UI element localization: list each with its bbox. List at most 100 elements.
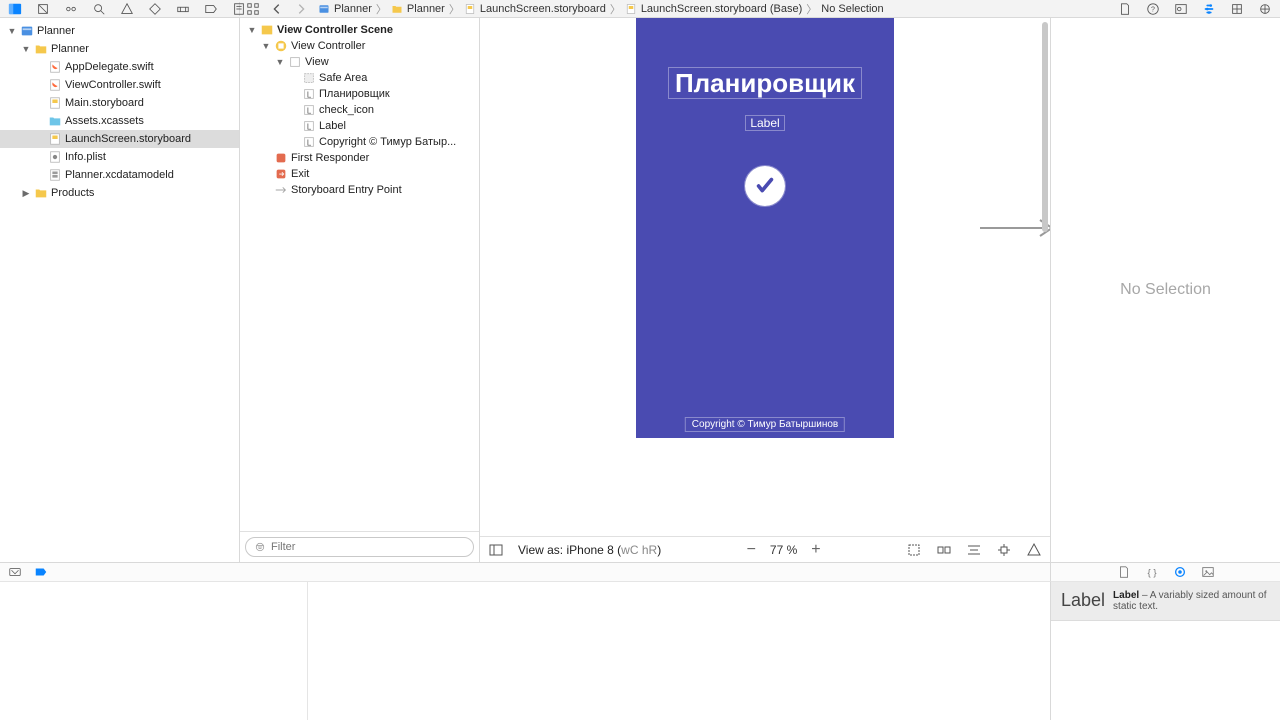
nav-forward-icon[interactable] — [294, 2, 308, 16]
inspector-panel: No Selection — [1050, 18, 1280, 562]
code-snippet-library-icon[interactable]: { } — [1145, 565, 1159, 579]
node-label: Label — [319, 120, 346, 132]
find-navigator-icon[interactable] — [92, 2, 106, 16]
project-node-assets-xcassets[interactable]: Assets.xcassets — [0, 112, 239, 130]
svg-text:L: L — [307, 91, 312, 100]
outline-node[interactable]: Lcheck_icon — [240, 102, 479, 118]
breadcrumb-segment[interactable]: LaunchScreen.storyboard — [480, 3, 606, 15]
test-navigator-icon[interactable] — [148, 2, 162, 16]
update-frames-icon[interactable] — [906, 542, 922, 558]
project-node-appdelegate-swift[interactable]: AppDelegate.swift — [0, 58, 239, 76]
nav-back-icon[interactable] — [270, 2, 284, 16]
size-inspector-icon[interactable] — [1230, 2, 1244, 16]
storyboard-icon — [48, 132, 62, 146]
project-node-launchscreen-storyboard[interactable]: LaunchScreen.storyboard — [0, 130, 239, 148]
project-node-main-storyboard[interactable]: Main.storyboard — [0, 94, 239, 112]
breadcrumb-segment[interactable]: LaunchScreen.storyboard (Base) — [641, 3, 802, 15]
outline-node[interactable]: Safe Area — [240, 70, 479, 86]
view-as-label[interactable]: View as: iPhone 8 (wC hR) — [518, 543, 661, 557]
svg-text:L: L — [307, 107, 312, 116]
breadcrumb-segment[interactable]: No Selection — [821, 3, 883, 15]
assets-icon — [48, 114, 62, 128]
zoom-out-button[interactable]: − — [747, 541, 756, 559]
symbol-navigator-icon[interactable] — [64, 2, 78, 16]
outline-node[interactable]: First Responder — [240, 150, 479, 166]
outline-filter-input[interactable] — [271, 541, 465, 553]
node-label: AppDelegate.swift — [65, 61, 154, 73]
identity-inspector-icon[interactable] — [1174, 2, 1188, 16]
folder-icon — [34, 186, 48, 200]
title-label[interactable]: Планировщик — [636, 68, 894, 99]
outline-node[interactable]: L Label — [240, 118, 479, 134]
debug-navigator-icon[interactable] — [176, 2, 190, 16]
project-node-planner[interactable]: ▼Planner — [0, 22, 239, 40]
outline-node[interactable]: ▼View Controller Scene — [240, 22, 479, 38]
node-label: View Controller Scene — [277, 24, 393, 36]
interface-builder-canvas: Планировщик Label Copyright © Тимур Баты… — [480, 18, 1050, 562]
editor-jump-bar: Planner〉Planner〉LaunchScreen.storyboard〉… — [240, 1, 1050, 17]
node-label: Storyboard Entry Point — [291, 184, 402, 196]
outline-node[interactable]: LПланировщик — [240, 86, 479, 102]
node-label: Exit — [291, 168, 309, 180]
project-node-products[interactable]: ▶Products — [0, 184, 239, 202]
project-node-planner[interactable]: ▼Planner — [0, 40, 239, 58]
outline-node[interactable]: ▼View Controller — [240, 38, 479, 54]
hide-outline-icon[interactable] — [488, 542, 504, 558]
connections-inspector-icon[interactable] — [1258, 2, 1272, 16]
subtitle-label[interactable]: Label — [636, 116, 894, 130]
issue-navigator-icon[interactable] — [120, 2, 134, 16]
svg-text:L: L — [307, 139, 312, 148]
breakpoint-navigator-icon[interactable] — [204, 2, 218, 16]
inspector-empty-state: No Selection — [1120, 18, 1211, 562]
filter-icon — [254, 541, 266, 553]
zoom-in-button[interactable]: + — [811, 541, 820, 559]
exit-icon — [274, 167, 288, 181]
folder-icon — [34, 42, 48, 56]
folder-icon — [391, 3, 403, 15]
copyright-label[interactable]: Copyright © Тимур Батыршинов — [685, 417, 845, 432]
object-library-icon[interactable] — [1173, 565, 1187, 579]
canvas-scroll-area[interactable]: Планировщик Label Copyright © Тимур Баты… — [480, 18, 1050, 536]
console-view[interactable] — [308, 582, 1050, 720]
resolve-issues-icon[interactable] — [1026, 542, 1042, 558]
library-item-label[interactable]: Label Label – A variably sized amount of… — [1051, 582, 1280, 621]
project-node-planner-xcdatamodeld[interactable]: Planner.xcdatamodeld — [0, 166, 239, 184]
file-inspector-icon[interactable] — [1118, 2, 1132, 16]
svg-text:{ }: { } — [1147, 568, 1157, 579]
auto-debug-icon[interactable] — [8, 565, 22, 579]
embed-in-icon[interactable] — [936, 542, 952, 558]
breakpoint-tab-icon[interactable] — [34, 565, 48, 579]
outline-node[interactable]: ▼View — [240, 54, 479, 70]
L-icon: L — [302, 135, 316, 149]
check-icon[interactable] — [745, 166, 785, 206]
media-library-icon[interactable] — [1201, 565, 1215, 579]
project-icon — [318, 3, 330, 15]
node-label: View Controller — [291, 40, 365, 52]
outline-node[interactable]: LCopyright © Тимур Батыр... — [240, 134, 479, 150]
attributes-inspector-icon[interactable] — [1202, 2, 1216, 16]
project-node-info-plist[interactable]: Info.plist — [0, 148, 239, 166]
project-node-viewcontroller-swift[interactable]: ViewController.swift — [0, 76, 239, 94]
file-template-library-icon[interactable] — [1117, 565, 1131, 579]
related-items-icon[interactable] — [246, 2, 260, 16]
canvas-vertical-scrollbar[interactable] — [1042, 22, 1048, 232]
storyboard-icon — [464, 3, 476, 15]
node-label: First Responder — [291, 152, 369, 164]
navigator-toolbar — [0, 2, 240, 16]
align-icon[interactable] — [966, 542, 982, 558]
launch-screen-view[interactable]: Планировщик Label Copyright © Тимур Баты… — [636, 18, 894, 438]
svg-text:L: L — [307, 123, 312, 132]
quickhelp-inspector-icon[interactable]: ? — [1146, 2, 1160, 16]
L-icon: L — [302, 103, 316, 117]
variables-view[interactable] — [0, 582, 308, 720]
project-navigator-icon[interactable] — [8, 2, 22, 16]
outline-filter-field[interactable] — [245, 537, 474, 557]
entry-icon — [274, 183, 288, 197]
breadcrumb-segment[interactable]: Planner — [334, 3, 372, 15]
outline-node[interactable]: Exit — [240, 166, 479, 182]
outline-node[interactable]: Storyboard Entry Point — [240, 182, 479, 198]
pin-icon[interactable] — [996, 542, 1012, 558]
breadcrumb-segment[interactable]: Planner — [407, 3, 445, 15]
node-label: Safe Area — [319, 72, 367, 84]
source-control-icon[interactable] — [36, 2, 50, 16]
